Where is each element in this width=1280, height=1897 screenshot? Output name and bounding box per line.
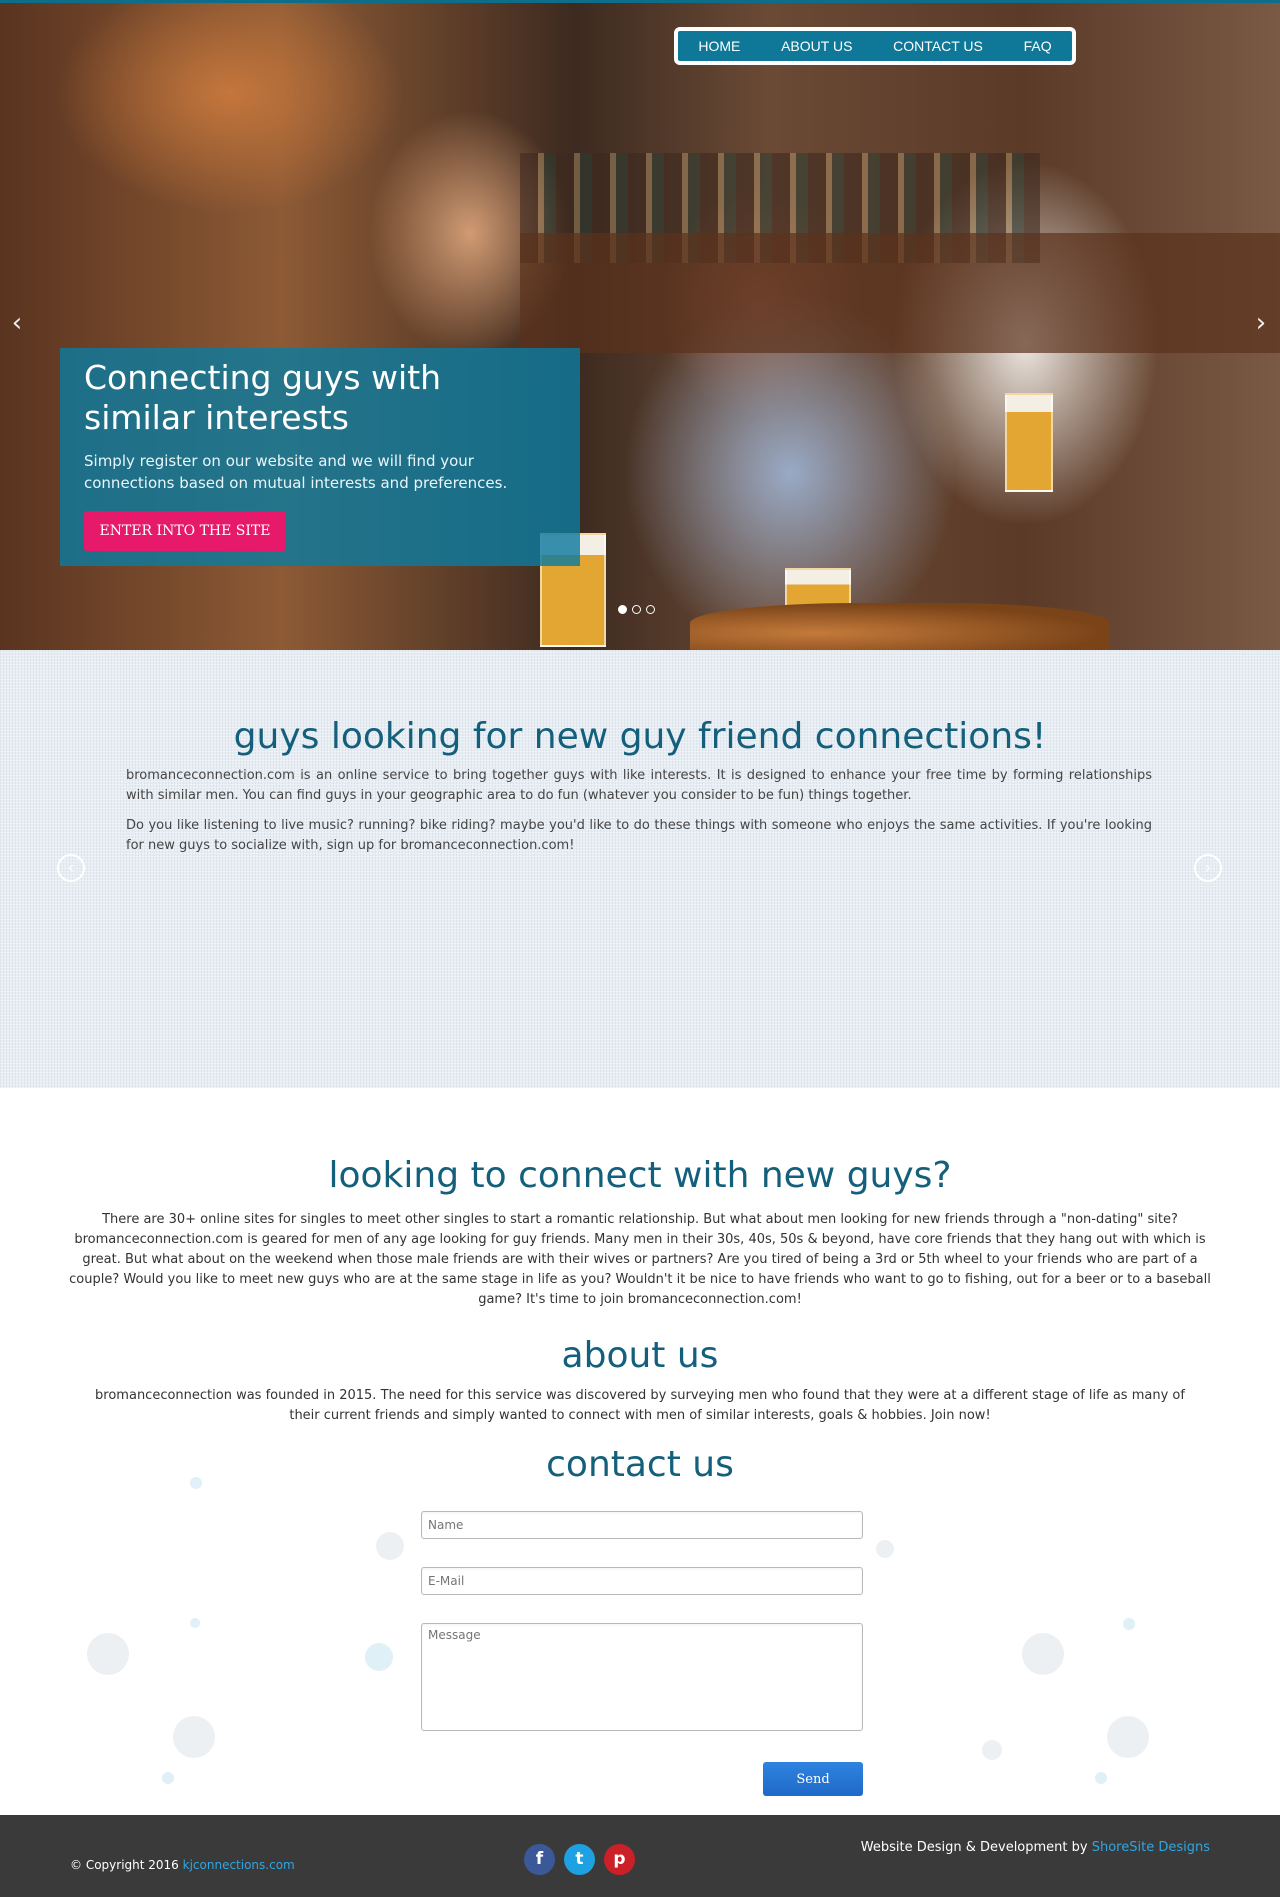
slider-dot[interactable] — [618, 605, 627, 614]
twitter-icon[interactable]: t — [564, 1844, 595, 1875]
decorative-bubble — [1107, 1716, 1149, 1758]
hero-title: Connecting guys with similar interests — [84, 358, 442, 437]
contact-title: contact us — [546, 1444, 734, 1485]
decorative-bubble — [87, 1633, 129, 1675]
hero-pretzels — [690, 603, 1110, 650]
about-text: bromanceconnection was founded in 2015. … — [95, 1388, 1185, 1423]
decorative-bubble — [982, 1740, 1002, 1760]
main-nav: HOME ABOUT US CONTACT US FAQ — [674, 27, 1076, 65]
slider-dots — [618, 605, 655, 614]
name-field[interactable] — [421, 1511, 863, 1539]
send-button[interactable]: Send — [763, 1762, 863, 1796]
message-field[interactable] — [421, 1623, 863, 1731]
hero-beer-glass — [1005, 393, 1053, 492]
copyright: © Copyright 2016 kjconnections.com — [70, 1858, 295, 1872]
enter-site-button[interactable]: ENTER INTO THE SITE — [84, 511, 286, 551]
decorative-bubble — [1123, 1618, 1135, 1630]
decorative-bubble — [376, 1532, 404, 1560]
facebook-icon[interactable]: f — [524, 1844, 555, 1875]
intro-next-arrow-icon[interactable]: › — [1194, 854, 1222, 882]
intro-paragraph-1: bromanceconnection.com is an online serv… — [126, 768, 1152, 803]
decorative-bubble — [173, 1716, 215, 1758]
decorative-bubble — [1095, 1772, 1107, 1784]
pinterest-icon[interactable]: p — [604, 1844, 635, 1875]
slider-prev-arrow-icon[interactable]: ‹ — [8, 310, 26, 336]
nav-contact-us[interactable]: CONTACT US — [893, 38, 983, 54]
slider-next-arrow-icon[interactable]: › — [1252, 310, 1270, 336]
intro-prev-arrow-icon[interactable]: ‹ — [57, 854, 85, 882]
connect-text: There are 30+ online sites for singles t… — [69, 1212, 1211, 1307]
decorative-bubble — [365, 1643, 393, 1671]
design-credit: Website Design & Development by ShoreSit… — [861, 1840, 1210, 1855]
copyright-text: © Copyright 2016 — [70, 1858, 179, 1872]
hero-caption: Connecting guys with similar interests S… — [60, 348, 580, 566]
hero-bar-counter — [520, 233, 1280, 353]
nav-faq[interactable]: FAQ — [1024, 38, 1052, 54]
email-field[interactable] — [421, 1567, 863, 1595]
credit-text: Website Design & Development by — [860, 1840, 1088, 1855]
about-title: about us — [561, 1335, 719, 1376]
intro-title: guys looking for new guy friend connecti… — [233, 716, 1047, 757]
intro-paragraph-2: Do you like listening to live music? run… — [126, 818, 1152, 853]
social-links: f t p — [524, 1844, 635, 1875]
copyright-link[interactable]: kjconnections.com — [183, 1858, 295, 1872]
footer: © Copyright 2016 kjconnections.com f t p… — [0, 1815, 1280, 1897]
slider-dot[interactable] — [646, 605, 655, 614]
decorative-bubble — [876, 1540, 894, 1558]
connect-title: looking to connect with new guys? — [328, 1155, 952, 1196]
nav-about-us[interactable]: ABOUT US — [781, 38, 852, 54]
decorative-bubble — [1022, 1633, 1064, 1675]
hero-subtitle: Simply register on our website and we wi… — [84, 452, 508, 492]
hero-slider: HOME ABOUT US CONTACT US FAQ ‹ › Connect… — [0, 3, 1280, 650]
credit-link[interactable]: ShoreSite Designs — [1092, 1840, 1210, 1855]
decorative-bubble — [162, 1772, 174, 1784]
decorative-bubble — [190, 1618, 200, 1628]
intro-section: guys looking for new guy friend connecti… — [0, 650, 1280, 1088]
slider-dot[interactable] — [632, 605, 641, 614]
nav-home[interactable]: HOME — [698, 38, 740, 54]
